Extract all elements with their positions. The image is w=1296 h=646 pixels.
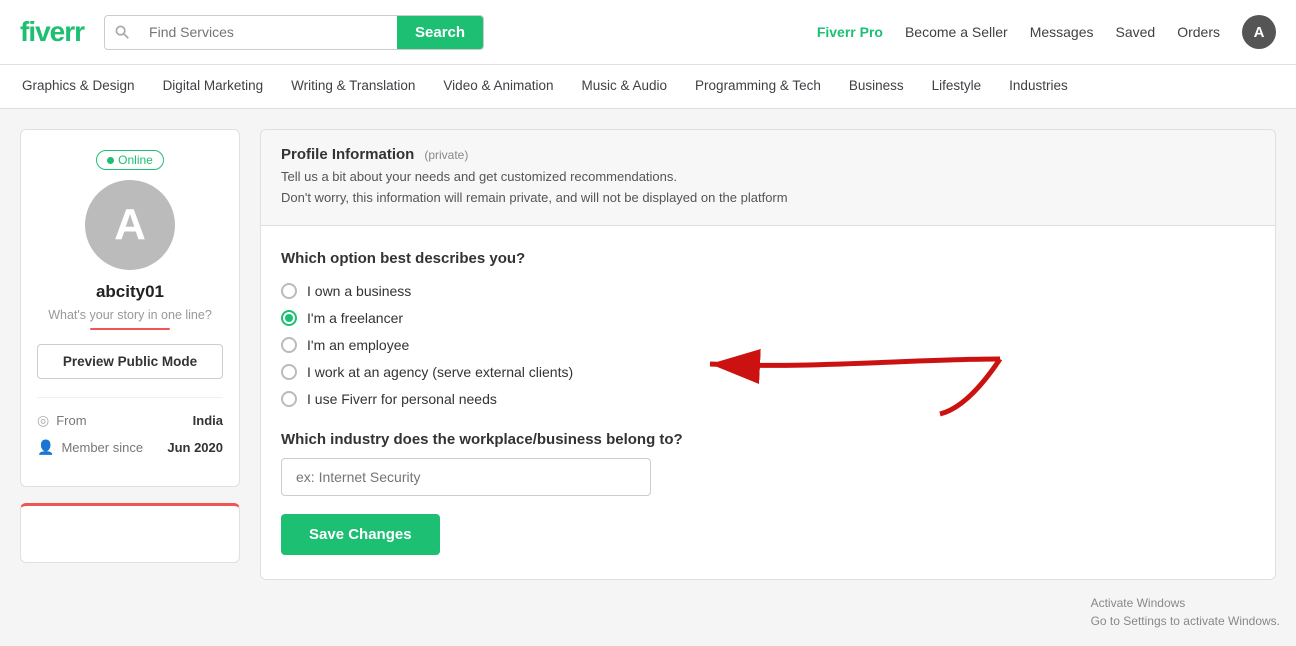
profile-info-box: Profile Information (private) Tell us a … xyxy=(260,129,1276,226)
member-since-row: 👤 Member since Jun 2020 xyxy=(37,439,223,456)
nav-orders[interactable]: Orders xyxy=(1177,24,1220,40)
profile-info-desc-line2: Don't worry, this information will remai… xyxy=(281,188,1255,209)
from-label: From xyxy=(56,413,86,428)
windows-line1: Activate Windows xyxy=(1091,594,1280,612)
cat-item-graphics---design[interactable]: Graphics & Design xyxy=(8,65,149,109)
radio-group: I own a business I'm a freelancer I'm an… xyxy=(281,283,1255,407)
online-badge: Online xyxy=(96,150,164,170)
cat-item-industries[interactable]: Industries xyxy=(995,65,1082,109)
member-since-left: 👤 Member since xyxy=(37,439,143,456)
from-value: India xyxy=(193,413,223,428)
radio-label-3: I work at an agency (serve external clie… xyxy=(307,364,573,380)
profile-info-header: Profile Information (private) xyxy=(281,146,1255,167)
windows-line2: Go to Settings to activate Windows. xyxy=(1091,612,1280,630)
cat-item-music---audio[interactable]: Music & Audio xyxy=(568,65,682,109)
location-icon: ◎ xyxy=(37,412,49,429)
windows-watermark: Activate Windows Go to Settings to activ… xyxy=(1091,594,1280,630)
radio-label-2: I'm an employee xyxy=(307,337,409,353)
from-left: ◎ From xyxy=(37,412,87,429)
online-dot xyxy=(107,157,114,164)
nav-fiverr-pro[interactable]: Fiverr Pro xyxy=(817,24,883,40)
private-label: (private) xyxy=(424,148,468,162)
search-input[interactable] xyxy=(137,16,397,49)
radio-circle-3 xyxy=(281,364,297,380)
profile-info-desc-line1: Tell us a bit about your needs and get c… xyxy=(281,167,1255,188)
profile-username: abcity01 xyxy=(96,282,164,302)
radio-employee[interactable]: I'm an employee xyxy=(281,337,1255,353)
category-nav: Graphics & DesignDigital MarketingWritin… xyxy=(0,65,1296,109)
save-changes-button[interactable]: Save Changes xyxy=(281,514,440,555)
radio-circle-4 xyxy=(281,391,297,407)
radio-personal[interactable]: I use Fiverr for personal needs xyxy=(281,391,1255,407)
person-icon: 👤 xyxy=(37,439,54,456)
cat-item-lifestyle[interactable]: Lifestyle xyxy=(918,65,996,109)
top-nav: Fiverr Pro Become a Seller Messages Save… xyxy=(817,15,1276,49)
user-avatar[interactable]: A xyxy=(1242,15,1276,49)
form-panel: Which option best describes you? I own a… xyxy=(260,226,1276,580)
right-panel: Profile Information (private) Tell us a … xyxy=(260,129,1276,580)
question2-title: Which industry does the workplace/busine… xyxy=(281,431,1255,448)
radio-circle-2 xyxy=(281,337,297,353)
radio-label-0: I own a business xyxy=(307,283,411,299)
radio-freelancer[interactable]: I'm a freelancer xyxy=(281,310,1255,326)
radio-circle-0 xyxy=(281,283,297,299)
cat-item-video---animation[interactable]: Video & Animation xyxy=(429,65,567,109)
fiverr-logo: fiverr xyxy=(20,16,84,48)
radio-inner-1 xyxy=(285,314,293,322)
radio-agency[interactable]: I work at an agency (serve external clie… xyxy=(281,364,1255,380)
cat-item-business[interactable]: Business xyxy=(835,65,918,109)
radio-label-1: I'm a freelancer xyxy=(307,310,403,326)
search-bar: Search xyxy=(104,15,484,50)
nav-saved[interactable]: Saved xyxy=(1116,24,1156,40)
profile-info-title: Profile Information xyxy=(281,146,414,163)
profile-avatar: A xyxy=(85,180,175,270)
main-content: Online A abcity01 What's your story in o… xyxy=(0,109,1296,600)
radio-circle-1 xyxy=(281,310,297,326)
cat-item-programming---tech[interactable]: Programming & Tech xyxy=(681,65,835,109)
nav-become-seller[interactable]: Become a Seller xyxy=(905,24,1008,40)
online-label: Online xyxy=(118,153,153,167)
nav-messages[interactable]: Messages xyxy=(1030,24,1094,40)
search-icon xyxy=(105,16,137,49)
tagline-underline xyxy=(90,328,170,330)
profile-details: ◎ From India 👤 Member since Jun 2020 xyxy=(37,397,223,466)
member-since-label: Member since xyxy=(61,440,143,455)
radio-own-business[interactable]: I own a business xyxy=(281,283,1255,299)
profile-tagline: What's your story in one line? xyxy=(48,308,212,322)
cat-item-digital-marketing[interactable]: Digital Marketing xyxy=(149,65,278,109)
preview-public-mode-button[interactable]: Preview Public Mode xyxy=(37,344,223,379)
member-since-value: Jun 2020 xyxy=(167,440,223,455)
search-button[interactable]: Search xyxy=(397,16,483,49)
industry-input[interactable] xyxy=(281,458,651,496)
from-row: ◎ From India xyxy=(37,412,223,429)
question1-title: Which option best describes you? xyxy=(281,250,1255,267)
header: fiverr Search Fiverr Pro Become a Seller… xyxy=(0,0,1296,65)
profile-card-bottom xyxy=(20,503,240,563)
radio-label-4: I use Fiverr for personal needs xyxy=(307,391,497,407)
profile-card: Online A abcity01 What's your story in o… xyxy=(20,129,240,487)
cat-item-writing---translation[interactable]: Writing & Translation xyxy=(277,65,429,109)
